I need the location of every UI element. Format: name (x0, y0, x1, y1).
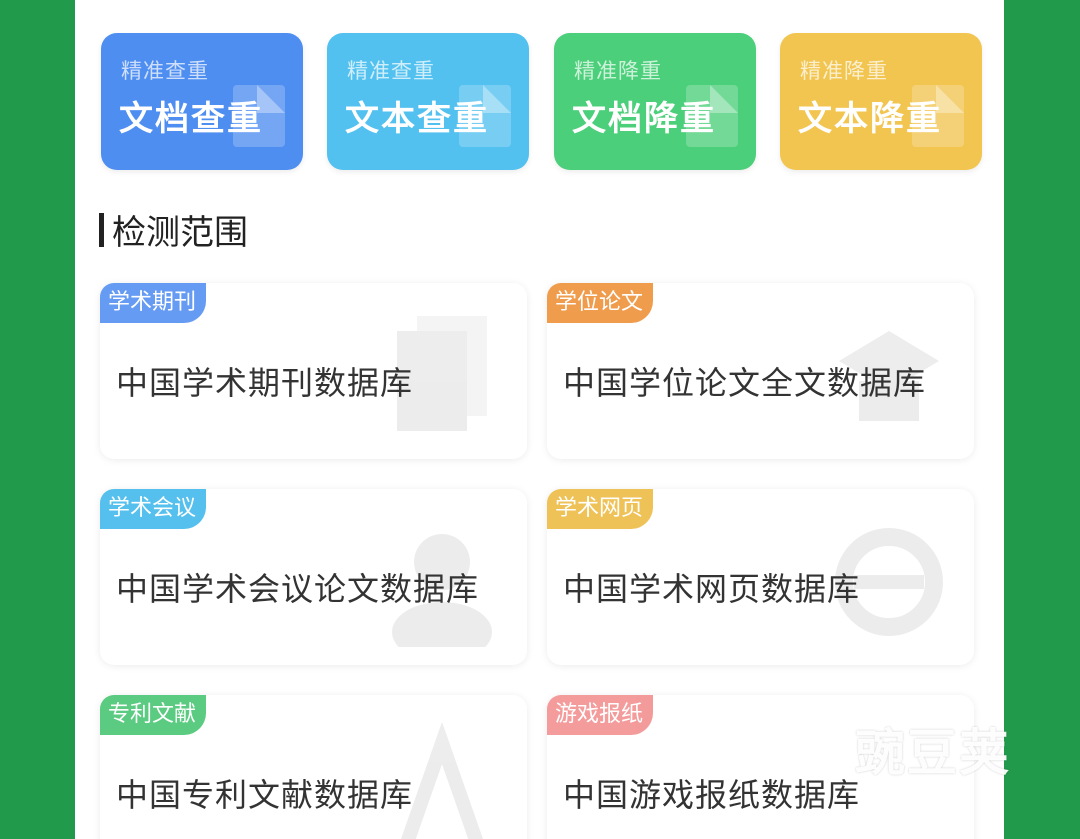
tile-subtitle: 精准降重 (574, 59, 662, 83)
database-name: 中国专利文献数据库 (116, 776, 414, 814)
tile-subtitle: 精准降重 (800, 59, 888, 83)
tile-title: 文档查重 (119, 99, 263, 139)
category-tag: 游戏报纸 (547, 695, 654, 735)
main-panel: 精准查重 文档查重 精准查重 文本查重 精准降重 文档降重 精准降重 文本降重 … (75, 0, 1004, 839)
tile-text-check[interactable]: 精准查重 文本查重 (327, 33, 529, 170)
tile-doc-reduce[interactable]: 精准降重 文档降重 (554, 33, 756, 170)
database-name: 中国学位论文全文数据库 (563, 364, 927, 402)
tile-text-reduce[interactable]: 精准降重 文本降重 (780, 33, 982, 170)
tile-title: 文本查重 (345, 99, 489, 139)
database-card-webpages[interactable]: 学术网页 中国学术网页数据库 (547, 489, 974, 665)
tile-doc-check[interactable]: 精准查重 文档查重 (101, 33, 303, 170)
database-name: 中国学术会议论文数据库 (116, 570, 480, 608)
database-card-conferences[interactable]: 学术会议 中国学术会议论文数据库 (100, 489, 527, 665)
title-bar (99, 212, 104, 247)
tile-title: 文档降重 (572, 99, 716, 139)
tile-title: 文本降重 (798, 99, 942, 139)
database-card-journals[interactable]: 学术期刊 中国学术期刊数据库 (100, 283, 527, 459)
database-name: 中国学术网页数据库 (563, 570, 861, 608)
database-card-theses[interactable]: 学位论文 中国学位论文全文数据库 (547, 283, 974, 459)
category-tag: 学位论文 (547, 283, 654, 323)
section-title: 检测范围 (99, 205, 248, 254)
section-title-text: 检测范围 (112, 213, 248, 253)
database-name: 中国游戏报纸数据库 (563, 776, 861, 814)
tile-subtitle: 精准查重 (347, 59, 435, 83)
tile-subtitle: 精准查重 (121, 59, 209, 83)
database-name: 中国学术期刊数据库 (116, 364, 414, 402)
category-tag: 专利文献 (100, 695, 207, 735)
database-card-patents[interactable]: 专利文献 中国专利文献数据库 (100, 695, 527, 839)
database-card-newspapers[interactable]: 游戏报纸 中国游戏报纸数据库 (547, 695, 974, 839)
category-tag: 学术期刊 (100, 283, 207, 323)
category-tag: 学术会议 (100, 489, 207, 529)
category-tag: 学术网页 (547, 489, 654, 529)
